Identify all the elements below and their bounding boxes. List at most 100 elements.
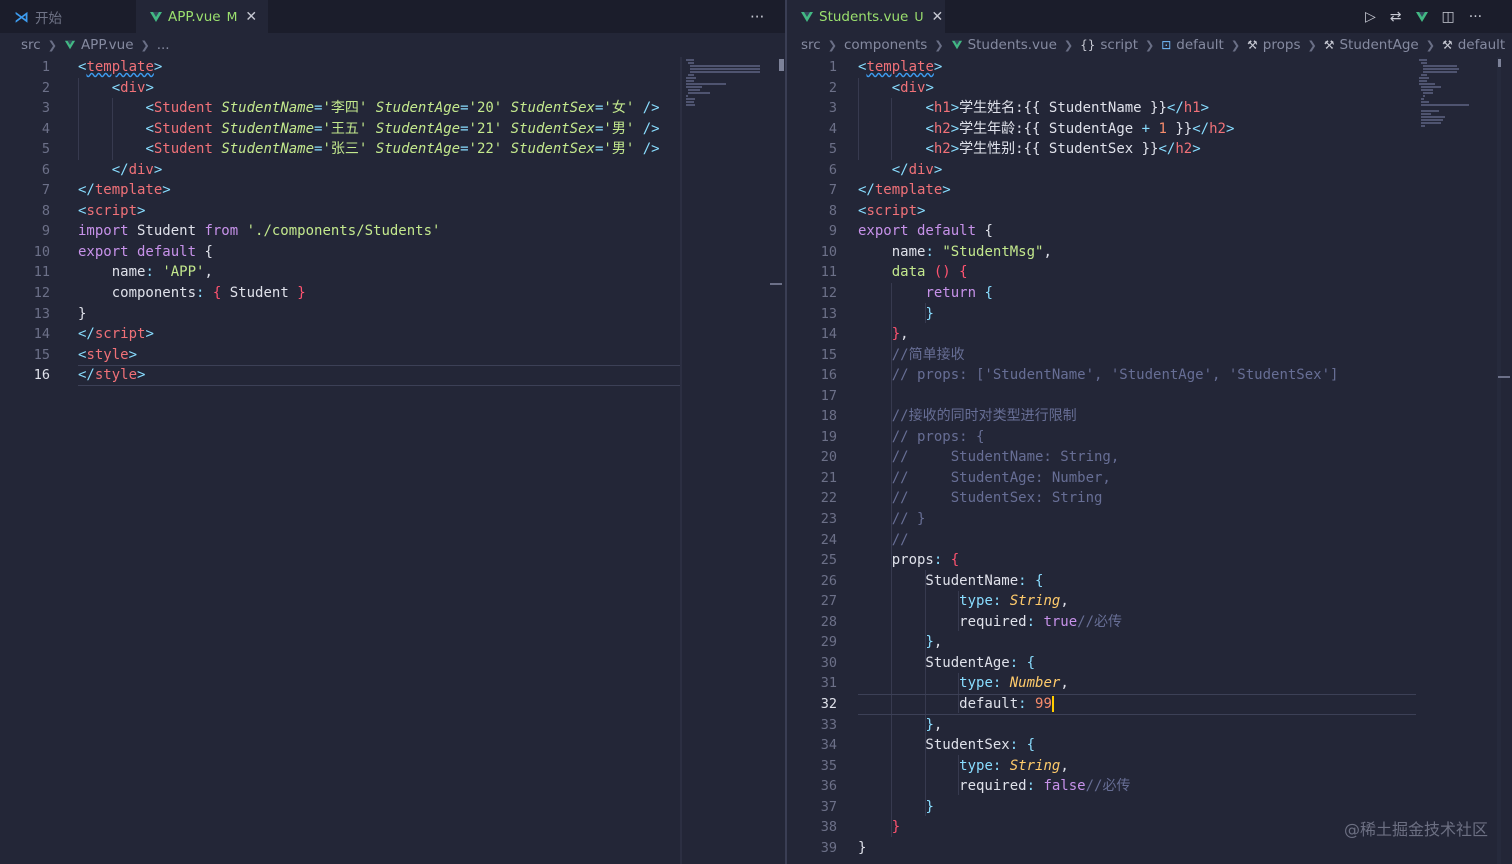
code-line[interactable]: // StudentAge: Number, [858, 468, 1512, 489]
code-line[interactable]: StudentAge: { [858, 653, 1512, 674]
code-line[interactable]: <template> [78, 57, 785, 78]
code-token: div [120, 79, 146, 96]
code-line[interactable]: export default { [858, 221, 1512, 242]
code-line[interactable]: props: { [858, 550, 1512, 571]
scrollbar-track[interactable] [1497, 57, 1501, 864]
code-line[interactable]: // } [858, 509, 1512, 530]
code-line[interactable]: type: String, [858, 591, 1512, 612]
scrollbar-thumb[interactable] [779, 59, 784, 71]
code-line[interactable]: // props: { [858, 427, 1512, 448]
close-icon[interactable]: ✕ [245, 9, 257, 25]
line-number: 33 [820, 716, 837, 733]
breadcrumb-item[interactable]: APP.vue [64, 37, 134, 53]
minimap[interactable] [684, 57, 780, 127]
breadcrumb-label: props [1262, 37, 1301, 53]
code-line[interactable]: // props: ['StudentName', 'StudentAge', … [858, 365, 1512, 386]
code-line[interactable]: <Student StudentName='李四' StudentAge='20… [78, 98, 785, 119]
vue-devtools-icon[interactable] [1415, 11, 1428, 22]
code-line[interactable]: }, [858, 715, 1512, 736]
breadcrumb-item[interactable]: src [21, 37, 41, 53]
breadcrumb-item[interactable]: ⊡ default [1161, 37, 1224, 53]
code-line[interactable]: }, [858, 632, 1512, 653]
code-line[interactable]: return { [858, 283, 1512, 304]
code-line[interactable]: // StudentSex: String [858, 488, 1512, 509]
code-line[interactable]: } [858, 797, 1512, 818]
breadcrumb-item[interactable]: Students.vue [951, 37, 1057, 53]
code-line[interactable]: // [858, 530, 1512, 551]
vue-icon [150, 11, 162, 22]
text-cursor [1051, 695, 1054, 712]
line-number: 3 [828, 100, 837, 117]
more-icon[interactable]: ··· [1469, 9, 1482, 25]
code-line[interactable]: type: String, [858, 756, 1512, 777]
compare-icon[interactable]: ⇄ [1390, 9, 1402, 25]
code-line[interactable]: <h1>学生姓名:{{ StudentName }}</h1> [858, 98, 1512, 119]
code-line[interactable]: <h2>学生年龄:{{ StudentAge + 1 }}</h2> [858, 119, 1512, 140]
tab-students-vue[interactable]: Students.vue U ✕ [787, 0, 945, 33]
code-token: required [858, 778, 1027, 795]
code-line[interactable]: data () { [858, 262, 1512, 283]
code-line[interactable]: <h2>学生性别:{{ StudentSex }}</h2> [858, 139, 1512, 160]
code-line[interactable] [858, 386, 1512, 407]
code-line[interactable]: }, [858, 324, 1512, 345]
code-token: StudentSex [510, 120, 595, 137]
code-line[interactable]: required: true//必传 [858, 612, 1512, 633]
code-line[interactable]: StudentName: { [858, 571, 1512, 592]
code-line[interactable]: } [78, 304, 785, 325]
breadcrumb-item[interactable]: ... [157, 37, 170, 53]
code-line[interactable]: <script> [78, 201, 785, 222]
code-line[interactable]: components: { Student } [78, 283, 785, 304]
code-lines[interactable]: <template> <div> <Student StudentName='李… [78, 57, 785, 386]
code-line[interactable]: </div> [858, 160, 1512, 181]
breadcrumb-item[interactable]: ⚒ StudentAge [1324, 37, 1419, 53]
code-line[interactable]: required: false//必传 [858, 776, 1512, 797]
tab-app-vue[interactable]: APP.vue M ✕ [136, 0, 268, 33]
code-line[interactable]: import Student from './components/Studen… [78, 221, 785, 242]
breadcrumb-item[interactable]: src [801, 37, 821, 53]
code-line[interactable]: type: Number, [858, 673, 1512, 694]
breadcrumb-item[interactable]: components [844, 37, 927, 53]
code-token: : [1026, 778, 1036, 795]
tab-start[interactable]: ⋊ 开始 [0, 0, 134, 33]
scrollbar-thumb[interactable] [1498, 59, 1501, 67]
code-line[interactable]: </style> [78, 365, 785, 386]
code-line[interactable]: //简单接收 [858, 345, 1512, 366]
code-line[interactable]: <div> [858, 78, 1512, 99]
code-line[interactable]: StudentSex: { [858, 735, 1512, 756]
code-line[interactable]: <template> [858, 57, 1512, 78]
code-line[interactable]: <style> [78, 345, 785, 366]
more-actions-icon[interactable]: ··· [750, 8, 764, 26]
line-number: 32 [820, 695, 837, 712]
code-line[interactable]: <div> [78, 78, 785, 99]
code-line[interactable]: <Student StudentName='王五' StudentAge='21… [78, 119, 785, 140]
code-line[interactable]: name: 'APP', [78, 262, 785, 283]
code-line[interactable]: } [858, 838, 1512, 859]
scrollbar-marker[interactable] [1498, 376, 1510, 378]
code-line[interactable]: default: 99 [858, 693, 1512, 715]
run-icon[interactable]: ▷ [1365, 9, 1376, 25]
split-editor-icon[interactable]: ◫ [1442, 9, 1455, 25]
code-line[interactable]: </script> [78, 324, 785, 345]
code-lines[interactable]: <template> <div> <h1>学生姓名:{{ StudentName… [858, 57, 1512, 858]
code-line[interactable]: //接收的同时对类型进行限制 [858, 406, 1512, 427]
breadcrumb-item[interactable]: {} script [1080, 37, 1138, 53]
code-line[interactable]: </template> [78, 180, 785, 201]
code-line[interactable]: <script> [858, 201, 1512, 222]
code-line[interactable]: } [858, 304, 1512, 325]
code-line[interactable]: name: "StudentMsg", [858, 242, 1512, 263]
code-editor[interactable]: 1 2 3 4 5 6 7 8 9 10 11 12 13 14 15 16 <template> <div>… [0, 57, 785, 864]
code-line[interactable]: <Student StudentName='张三' StudentAge='22… [78, 139, 785, 160]
code-line[interactable]: </div> [78, 160, 785, 181]
code-line[interactable]: export default { [78, 242, 785, 263]
breadcrumb-item[interactable]: ⚒ props [1247, 37, 1300, 53]
breadcrumb-item[interactable]: ⚒ default [1442, 37, 1505, 53]
code-line[interactable]: // StudentName: String, [858, 447, 1512, 468]
close-icon[interactable]: ✕ [931, 9, 943, 25]
scrollbar-marker[interactable] [770, 283, 782, 285]
code-line[interactable]: </template> [858, 180, 1512, 201]
code-editor[interactable]: 1 2 3 4 5 6 7 8 9 10 11 12 13 14 15 16 17 18 19 20 21 22 23 24 2… [787, 57, 1512, 864]
